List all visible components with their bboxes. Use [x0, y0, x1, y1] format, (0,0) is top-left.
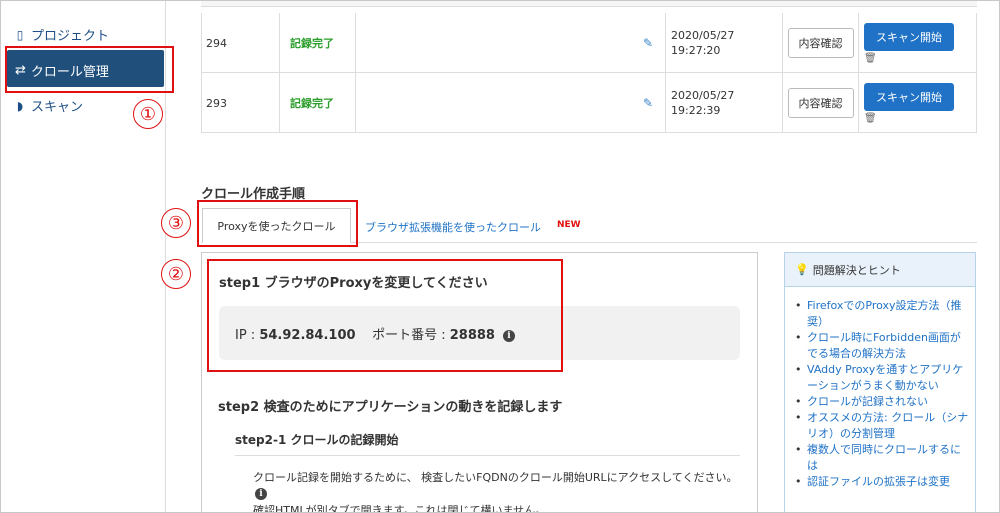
row-id: 294 [201, 13, 279, 73]
confirm-button[interactable]: 内容確認 [787, 28, 854, 58]
shield-icon: ◗ [16, 98, 24, 113]
memo-cell: ✎ [355, 13, 665, 73]
new-badge: NEW [557, 220, 581, 230]
confirm-cell: 内容確認 [782, 13, 858, 73]
start-scan-button[interactable]: スキャン開始 [864, 82, 954, 111]
date-text: 2020/05/27 [671, 89, 735, 102]
hint-link[interactable]: オススメの方法: クロール（シナリオ）の分割管理 [793, 410, 971, 442]
hint-link[interactable]: 複数人で同時にクロールするには [793, 442, 971, 474]
hint-link[interactable]: FirefoxでのProxy設定方法（推奨） [793, 298, 971, 330]
step2-1-title: step2-1 クロールの記録開始 [235, 433, 399, 447]
table-row: 293 記録完了 ✎ 2020/05/27 19:22:39 内容確認 スキャン… [201, 73, 977, 133]
confirm-button[interactable]: 内容確認 [787, 88, 854, 118]
instruction-text: クロール記録を開始するために、 検査したいFQDNのクロール開始URLにアクセス… [253, 470, 743, 502]
lightbulb-icon: 💡 [795, 263, 809, 276]
instruction-text-1: クロール記録を開始するために、 検査したいFQDNのクロール開始URLにアクセス… [253, 471, 738, 484]
time-text: 19:22:39 [671, 104, 721, 117]
sidebar-item-scan[interactable]: ◗ スキャン [13, 96, 84, 116]
tab-browser-extension-crawl[interactable]: ブラウザ拡張機能を使ったクロール [365, 219, 541, 235]
hint-link[interactable]: VAddy Proxyを通すとアプリケーションがうまく動かない [793, 362, 971, 394]
date-cell: 2020/05/27 19:27:20 [665, 13, 782, 73]
table-header-strip [201, 1, 977, 7]
memo-cell: ✎ [355, 73, 665, 133]
hint-link[interactable]: クロール時にForbidden画面がでる場合の解決方法 [793, 330, 971, 362]
date-cell: 2020/05/27 19:22:39 [665, 73, 782, 133]
info-icon[interactable]: i [255, 488, 267, 500]
table-row: 294 記録完了 ✎ 2020/05/27 19:27:20 内容確認 スキャン… [201, 13, 977, 73]
sidebar-item-project[interactable]: ▯ プロジェクト [13, 25, 110, 45]
status-badge: 記録完了 [279, 73, 355, 133]
step2-title: step2 検査のためにアプリケーションの動きを記録します [218, 400, 563, 415]
annotation-2: ② [161, 259, 191, 289]
edit-icon[interactable]: ✎ [643, 36, 653, 50]
trash-icon[interactable]: 🗑 [864, 53, 877, 64]
time-text: 19:27:20 [671, 44, 721, 57]
trash-icon[interactable]: 🗑 [864, 113, 877, 124]
scan-cell: スキャン開始 🗑 [858, 13, 977, 73]
status-badge: 記録完了 [279, 13, 355, 73]
row-id: 293 [201, 73, 279, 133]
instruction-text-2: 確認HTMLが別タブで開きます。これは閉じて構いません。 [253, 504, 547, 513]
hints-header: 💡 問題解決とヒント [785, 253, 975, 287]
hints-title: 問題解決とヒント [812, 263, 901, 277]
highlight-box-tab [197, 200, 358, 247]
app-window: ▯ プロジェクト ⇄ クロール管理 ◗ スキャン ① 294 記録完了 ✎ 20… [0, 0, 1000, 513]
divider [235, 455, 740, 456]
hint-link[interactable]: クロールが記録されない [793, 394, 971, 410]
date-text: 2020/05/27 [671, 29, 735, 42]
annotation-3: ③ [161, 208, 191, 238]
edit-icon[interactable]: ✎ [643, 96, 653, 110]
highlight-box-step1 [207, 259, 563, 372]
highlight-box-crawl [5, 46, 174, 93]
scan-cell: スキャン開始 🗑 [858, 73, 977, 133]
document-icon: ▯ [16, 27, 24, 42]
sidebar-item-label: プロジェクト [31, 29, 110, 44]
hints-list: FirefoxでのProxy設定方法（推奨） クロール時にForbidden画面… [793, 298, 971, 490]
annotation-1: ① [133, 99, 163, 129]
sidebar-item-label: スキャン [31, 100, 84, 115]
start-scan-button[interactable]: スキャン開始 [864, 22, 954, 51]
confirm-cell: 内容確認 [782, 73, 858, 133]
hint-link[interactable]: 認証ファイルの拡張子は変更 [793, 474, 971, 490]
